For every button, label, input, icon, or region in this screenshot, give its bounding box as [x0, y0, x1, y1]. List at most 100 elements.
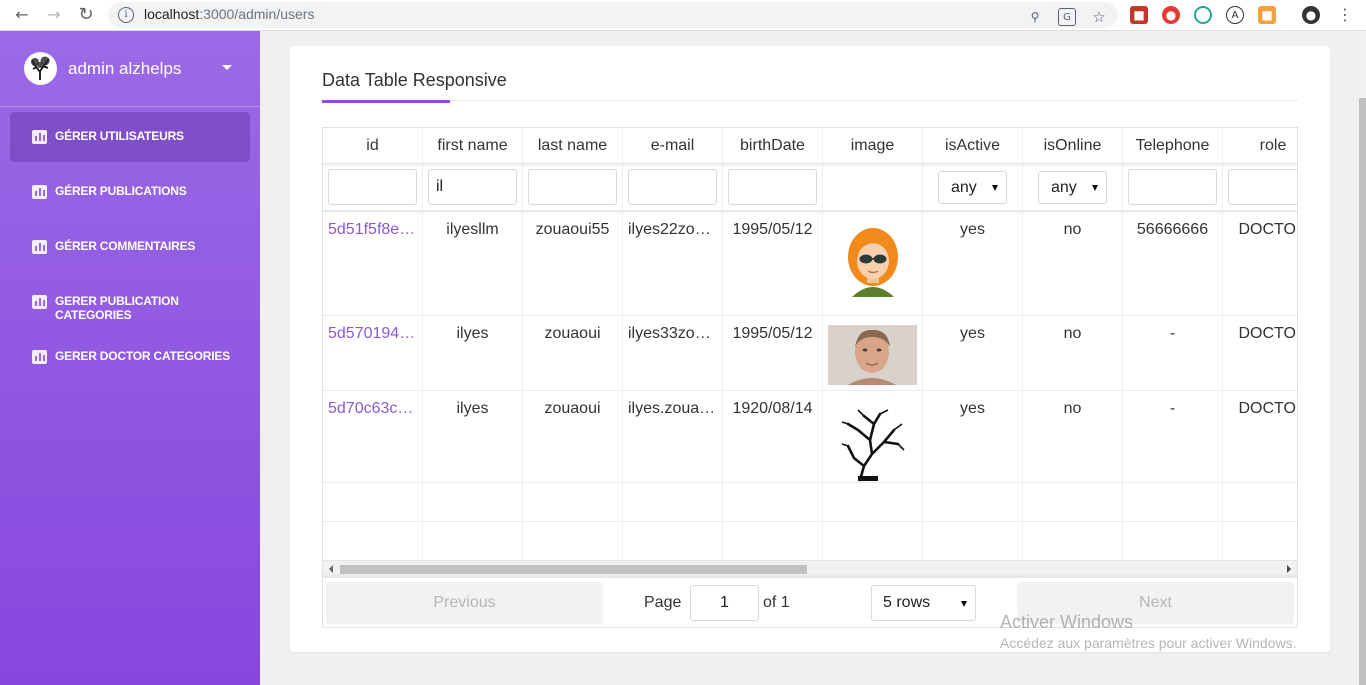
info-icon[interactable]: i [118, 7, 134, 23]
table-cell: ilyes [456, 400, 489, 417]
table-cell: no [1063, 400, 1082, 417]
extension-icon[interactable]: ■ [1130, 6, 1148, 24]
filter-first-name-input[interactable] [428, 169, 517, 205]
chevron-down-icon[interactable] [222, 65, 232, 70]
tree-head-silhouette-image [828, 400, 917, 482]
sidebar-item-comments[interactable]: GÉRER COMMENTAIRES [10, 222, 250, 272]
table-cell: 56666666 [1136, 221, 1209, 238]
table-cell: no [1063, 221, 1082, 238]
table-cell: zouaoui [544, 325, 601, 342]
table-cell: ilyesllm [446, 221, 499, 238]
column-last-name: last name zouaoui55 zouaoui zouaoui [523, 128, 623, 560]
table-cell: 1995/05/12 [732, 221, 813, 238]
column-header[interactable]: id [323, 128, 422, 164]
extension-icon[interactable] [1194, 6, 1212, 24]
column-telephone: Telephone 56666666 - - [1123, 128, 1223, 560]
column-header[interactable]: last name [523, 128, 622, 164]
table-cell: DOCTOR [1238, 400, 1297, 417]
page-number-input[interactable] [690, 585, 759, 621]
caret-down-icon [1092, 185, 1098, 191]
address-bar[interactable]: i localhost:3000/admin/users ⚲ G ☆ [108, 2, 1118, 28]
column-role: role DOCTOR DOCTOR DOCTOR [1223, 128, 1297, 560]
table-cell-id[interactable]: 5d51f5f8e4c2 [323, 221, 422, 239]
forward-icon[interactable]: → [44, 5, 64, 25]
column-header[interactable]: birthDate [723, 128, 822, 164]
photo-man-image [828, 325, 917, 385]
sidebar-item-users[interactable]: GÉRER UTILISATEURS [10, 112, 250, 162]
extension-icon[interactable]: ■ [1258, 6, 1276, 24]
column-first-name: first name ilyesllm ilyes ilyes [423, 128, 523, 560]
table-cell: ilyes [456, 325, 489, 342]
back-icon[interactable]: ← [12, 5, 32, 25]
table-cell: no [1063, 325, 1082, 342]
filter-isactive-select[interactable]: any [938, 171, 1007, 204]
column-isonline: isOnline any no no no [1023, 128, 1123, 560]
scroll-left-icon[interactable] [329, 565, 333, 573]
extension-icon[interactable]: A [1226, 6, 1244, 24]
table-cell-id[interactable]: 5d5701944a2c [323, 325, 422, 343]
avatar [24, 52, 57, 85]
row-divider [323, 521, 1297, 522]
sidebar-item-label: GÉRER COMMENTAIRES [55, 239, 196, 253]
previous-button[interactable]: Previous [326, 582, 603, 624]
extension-icon[interactable]: ● [1162, 6, 1180, 24]
sidebar-item-label: GÉRER PUBLICATIONS [55, 184, 187, 198]
column-header[interactable]: image [823, 128, 922, 164]
column-header[interactable]: role [1223, 128, 1297, 164]
page-title: Data Table Responsive [322, 70, 507, 90]
caret-down-icon [961, 601, 967, 607]
table-cell: ilyes22zouaoui [628, 221, 722, 238]
header-shadow [323, 164, 1297, 168]
table-cell: 1995/05/12 [732, 325, 813, 342]
rows-per-page-select[interactable]: 5 rows [871, 585, 976, 621]
translate-icon[interactable]: G [1058, 8, 1076, 26]
filter-role-input[interactable] [1228, 169, 1297, 205]
horizontal-scrollbar[interactable] [323, 560, 1297, 577]
data-table: id 5d51f5f8e4c2 5d5701944a2c 5d70c63c1b2… [322, 127, 1298, 628]
filter-email-input[interactable] [628, 169, 717, 205]
filter-birthdate-input[interactable] [728, 169, 817, 205]
sidebar-item-doctor-categories[interactable]: GERER DOCTOR CATEGORIES [10, 332, 250, 382]
column-birthdate: birthDate 1995/05/12 1995/05/12 1920/08/… [723, 128, 823, 560]
table-cell: zouaoui [544, 400, 601, 417]
sidebar-item-publication-categories[interactable]: GERER PUBLICATION CATEGORIES [10, 277, 250, 327]
user-profile[interactable]: admin alzhelps [0, 31, 260, 107]
table-cell: 1920/08/14 [732, 400, 813, 417]
table-cell: DOCTOR [1238, 221, 1297, 238]
filter-isonline-select[interactable]: any [1038, 171, 1107, 204]
menu-kebab-icon[interactable]: ⋮ [1336, 6, 1354, 24]
table-cell: zouaoui55 [535, 221, 610, 238]
star-icon[interactable]: ☆ [1090, 8, 1108, 26]
filter-last-name-input[interactable] [528, 169, 617, 205]
browser-toolbar: ← → ↻ i localhost:3000/admin/users ⚲ G ☆… [0, 0, 1366, 31]
scrollbar-thumb[interactable] [340, 565, 807, 574]
page-scrollbar-thumb[interactable] [1359, 98, 1366, 685]
column-image: image [823, 128, 923, 560]
chart-icon [32, 240, 47, 254]
scroll-right-icon[interactable] [1287, 565, 1291, 573]
column-header[interactable]: isActive [923, 128, 1022, 164]
row-divider [323, 482, 1297, 483]
chart-icon [32, 185, 47, 199]
page-label: Page [644, 594, 682, 611]
key-icon[interactable]: ⚲ [1026, 8, 1044, 26]
filter-telephone-input[interactable] [1128, 169, 1217, 205]
profile-icon[interactable]: ● [1302, 6, 1320, 24]
column-header[interactable]: e-mail [623, 128, 722, 164]
sidebar-item-publications[interactable]: GÉRER PUBLICATIONS [10, 167, 250, 217]
column-header[interactable]: Telephone [1123, 128, 1222, 164]
avatar-woman-glasses-image [828, 221, 917, 303]
table-cell: yes [960, 325, 985, 342]
filter-id-input[interactable] [328, 169, 417, 205]
reload-icon[interactable]: ↻ [76, 5, 96, 25]
column-header[interactable]: first name [423, 128, 522, 164]
table-cell: ilyes.zouaoui [628, 400, 721, 417]
column-isactive: isActive any yes yes yes [923, 128, 1023, 560]
row-divider [323, 315, 1297, 316]
page-total: of 1 [763, 594, 790, 611]
title-underline [322, 100, 450, 103]
column-header[interactable]: isOnline [1023, 128, 1122, 164]
url-text: localhost:3000/admin/users [144, 6, 315, 22]
user-name: admin alzhelps [68, 59, 182, 78]
table-cell-id[interactable]: 5d70c63c1b2a [323, 400, 422, 418]
